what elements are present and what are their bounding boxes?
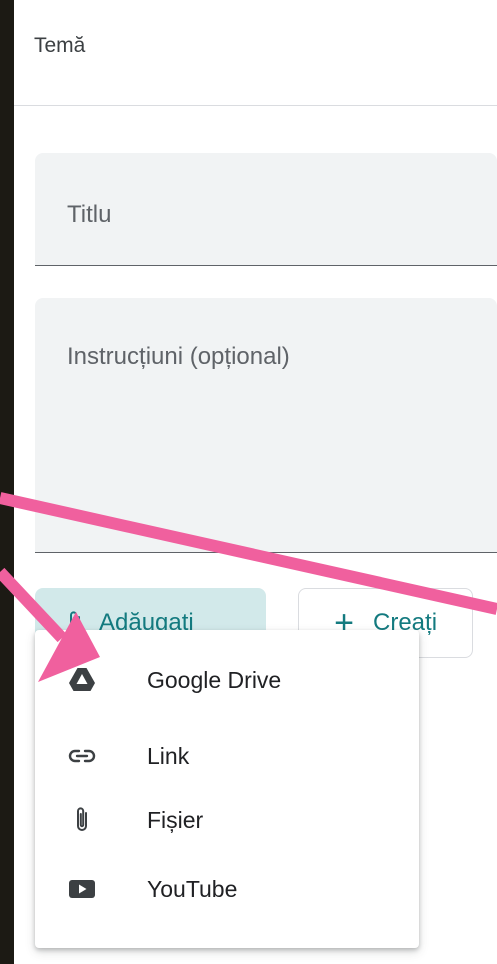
menu-item-label: Fișier: [147, 806, 204, 833]
menu-item-google-drive[interactable]: Google Drive: [35, 650, 419, 710]
link-icon: [67, 741, 97, 771]
menu-item-label: Google Drive: [147, 666, 282, 693]
google-drive-icon: [67, 665, 97, 695]
menu-item-youtube[interactable]: YouTube: [35, 859, 419, 919]
instructions-placeholder: Instrucțiuni (opțional): [67, 343, 290, 370]
menu-item-label: YouTube: [147, 875, 238, 902]
menu-item-file[interactable]: Fișier: [35, 790, 419, 850]
assignment-panel: Temă Titlu Instrucțiuni (opțional) Adăug…: [14, 0, 497, 964]
menu-item-label: Link: [147, 742, 190, 769]
menu-item-link[interactable]: Link: [35, 726, 419, 786]
page-title: Temă: [34, 34, 86, 57]
instructions-field[interactable]: Instrucțiuni (opțional): [35, 298, 497, 553]
panel-header: Temă: [14, 0, 497, 106]
title-field[interactable]: Titlu: [35, 153, 497, 266]
youtube-icon: [67, 874, 97, 904]
add-menu: Google Drive Link Fișier YouTube: [35, 630, 419, 948]
title-placeholder: Titlu: [67, 201, 112, 228]
paperclip-icon: [67, 805, 97, 835]
